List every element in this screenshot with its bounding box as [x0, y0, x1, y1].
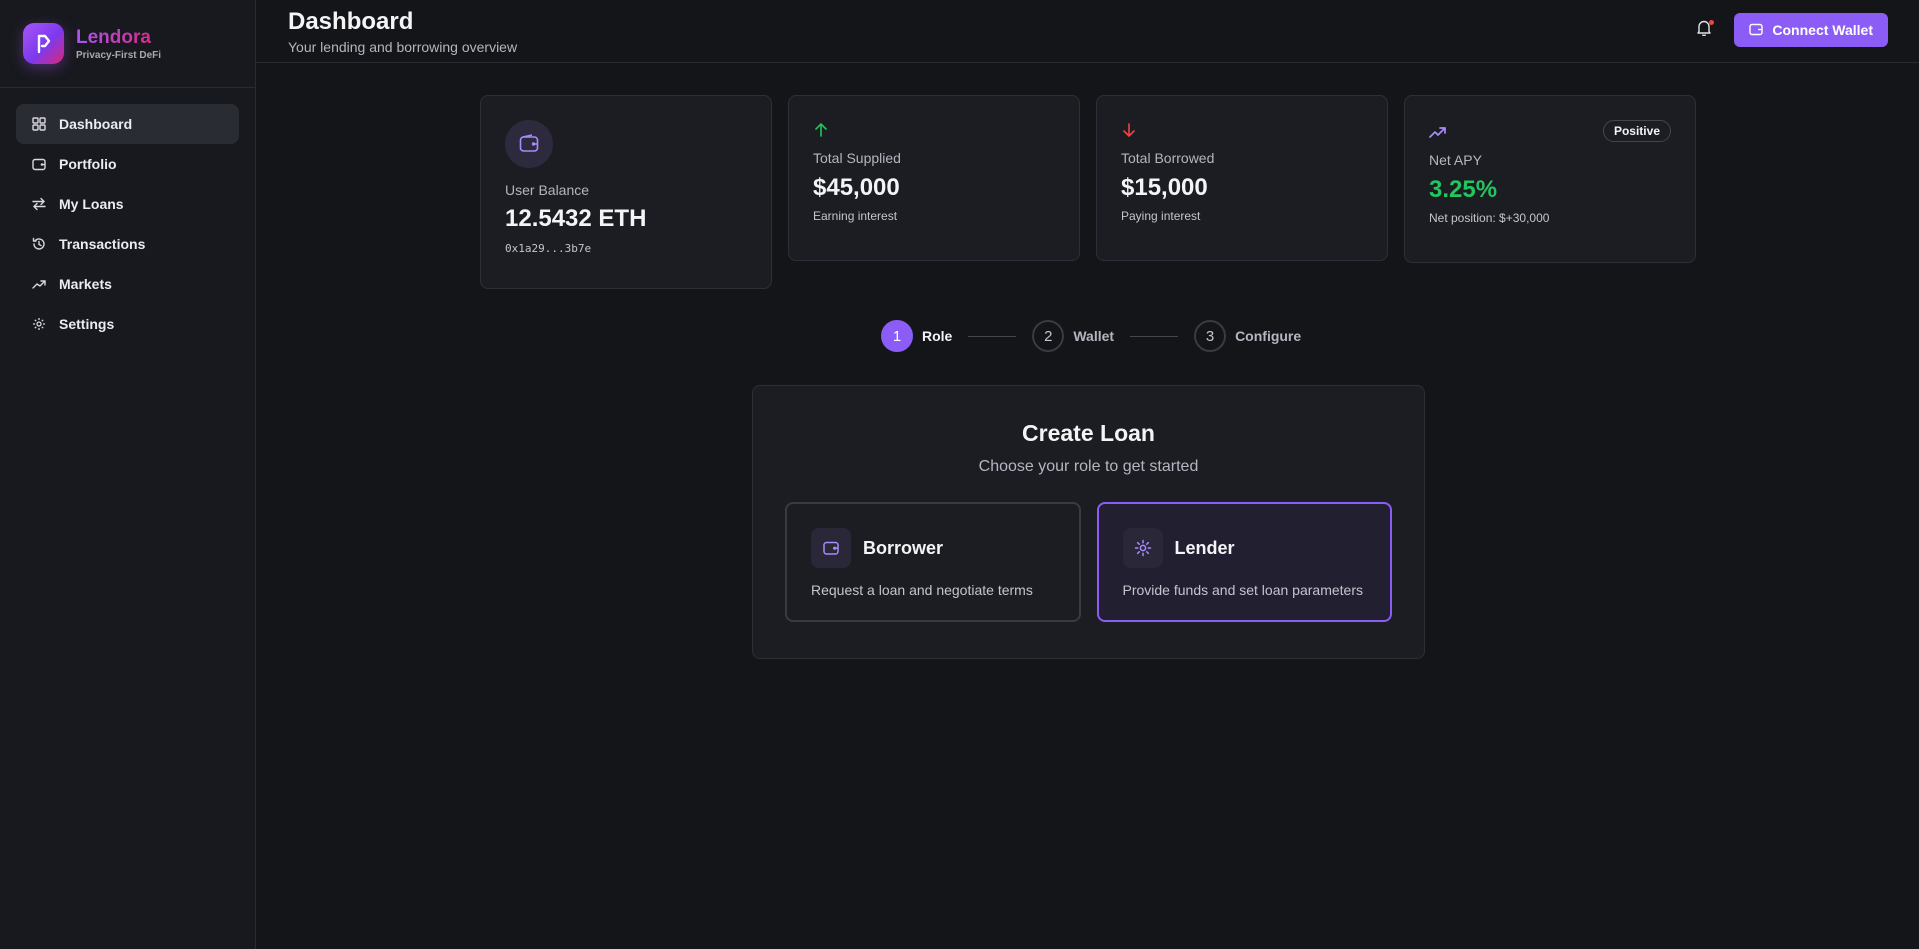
create-loan-card: Create Loan Choose your role to get star…	[752, 385, 1425, 659]
step-role[interactable]: 1 Role	[881, 320, 952, 352]
step-wallet[interactable]: 2 Wallet	[1032, 320, 1114, 352]
page-subtitle: Your lending and borrowing overview	[288, 39, 518, 55]
step-number: 2	[1032, 320, 1065, 352]
sidebar-item-label: Settings	[59, 316, 115, 332]
connect-wallet-label: Connect Wallet	[1772, 22, 1873, 38]
arrows-swap-icon	[32, 197, 46, 211]
borrowed-note: Paying interest	[1121, 209, 1201, 223]
sidebar-item-label: Transactions	[59, 236, 146, 252]
wallet-address: 0x1a29...3b7e	[505, 242, 592, 255]
create-loan-title: Create Loan	[1022, 420, 1155, 446]
apy-note: Net position: $+30,000	[1429, 211, 1550, 225]
step-label: Configure	[1235, 328, 1302, 344]
grid-icon	[32, 117, 46, 131]
notification-dot	[1709, 20, 1715, 25]
wallet-icon	[505, 120, 553, 168]
wallet-icon	[32, 157, 46, 171]
borrowed-label: Total Borrowed	[1121, 150, 1215, 166]
borrowed-value: $15,000	[1121, 174, 1208, 201]
step-label: Role	[922, 328, 953, 344]
balance-value: 12.5432 ETH	[505, 205, 647, 232]
sidebar-item-label: My Loans	[59, 196, 124, 212]
borrowed-card: Total Borrowed $15,000 Paying interest	[1096, 95, 1388, 261]
borrower-role-option[interactable]: Borrower Request a loan and negotiate te…	[785, 502, 1081, 622]
lender-description: Provide funds and set loan parameters	[1122, 582, 1363, 598]
brand[interactable]: Lendora Privacy-First DeFi	[0, 0, 255, 88]
sidebar-item-settings[interactable]: Settings	[16, 304, 239, 344]
step-number: 1	[881, 320, 913, 352]
connect-wallet-button[interactable]: Connect Wallet	[1734, 13, 1888, 47]
history-icon	[32, 237, 46, 251]
brand-tagline: Privacy-First DeFi	[76, 49, 162, 61]
balance-card: User Balance 12.5432 ETH 0x1a29...3b7e	[480, 95, 772, 289]
apy-label: Net APY	[1429, 152, 1482, 168]
sidebar-item-portfolio[interactable]: Portfolio	[16, 144, 239, 184]
sidebar-item-transactions[interactable]: Transactions	[16, 224, 239, 264]
sidebar-nav: Dashboard Portfolio My Loans Transaction…	[0, 88, 255, 360]
step-connector	[968, 335, 1017, 337]
apy-value: 3.25%	[1429, 176, 1498, 203]
brand-name: Lendora	[76, 27, 161, 49]
loan-stepper: 1 Role 2 Wallet 3 Configure	[881, 320, 1301, 352]
sidebar: Lendora Privacy-First DeFi Dashboard Por…	[0, 0, 256, 949]
supplied-value: $45,000	[813, 174, 900, 201]
notifications-button[interactable]	[1694, 20, 1715, 40]
step-label: Wallet	[1073, 328, 1115, 344]
supplied-label: Total Supplied	[813, 150, 901, 166]
sidebar-item-dashboard[interactable]: Dashboard	[16, 104, 239, 144]
topbar: Dashboard Your lending and borrowing ove…	[256, 0, 1919, 63]
stats-row: User Balance 12.5432 ETH 0x1a29...3b7e T…	[480, 95, 1696, 289]
supplied-note: Earning interest	[813, 209, 898, 223]
gear-icon	[32, 317, 46, 331]
borrower-description: Request a loan and negotiate terms	[811, 582, 1033, 598]
trending-up-icon	[32, 277, 46, 291]
gear-icon	[1122, 528, 1163, 568]
balance-label: User Balance	[505, 182, 590, 198]
wallet-icon	[811, 528, 851, 568]
borrower-title: Borrower	[863, 537, 944, 558]
sidebar-item-markets[interactable]: Markets	[16, 264, 239, 304]
sidebar-item-label: Portfolio	[59, 156, 117, 172]
step-configure[interactable]: 3 Configure	[1194, 320, 1301, 352]
arrow-down-icon	[1121, 120, 1363, 140]
apy-card: Positive Net APY 3.25% Net position: $+3…	[1404, 95, 1696, 263]
lender-title: Lender	[1174, 537, 1235, 558]
sidebar-item-label: Dashboard	[59, 116, 133, 132]
status-badge: Positive	[1602, 120, 1671, 142]
arrow-up-icon	[813, 120, 1055, 140]
supplied-card: Total Supplied $45,000 Earning interest	[788, 95, 1080, 261]
sidebar-item-label: Markets	[59, 276, 112, 292]
wallet-icon	[1749, 22, 1764, 39]
lender-role-option[interactable]: Lender Provide funds and set loan parame…	[1096, 502, 1392, 622]
step-connector	[1130, 335, 1179, 337]
sidebar-item-my-loans[interactable]: My Loans	[16, 184, 239, 224]
step-number: 3	[1194, 320, 1227, 352]
logo-icon	[23, 23, 64, 64]
create-loan-subtitle: Choose your role to get started	[978, 458, 1199, 475]
page-title: Dashboard	[288, 8, 414, 35]
